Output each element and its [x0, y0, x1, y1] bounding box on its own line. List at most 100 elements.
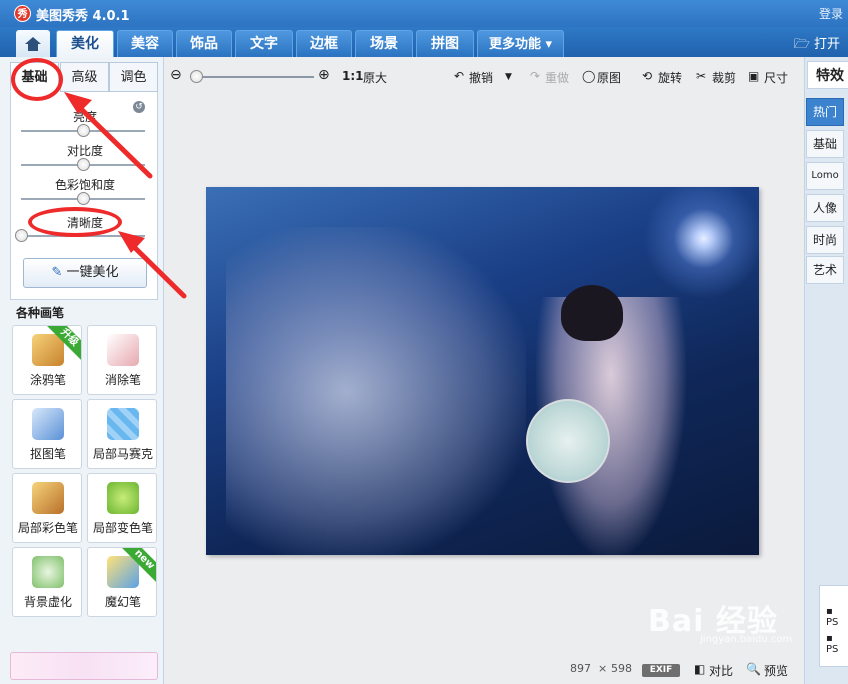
eraser-icon — [107, 334, 139, 366]
left-panel: 基础 高级 调色 ↺ 亮度 对比度 色彩饱和度 清晰度 ✎ 一键美化 各种画笔 — [0, 57, 164, 684]
crop-button[interactable]: 裁剪 — [712, 69, 736, 86]
undo-button[interactable]: 撤销 — [469, 69, 493, 86]
brightness-knob[interactable] — [77, 124, 90, 137]
brush-doodle[interactable]: 升级 涂鸦笔 — [12, 325, 82, 395]
list-item-label: PS — [826, 617, 839, 628]
zoom-slider[interactable] — [194, 76, 314, 78]
compare-icon[interactable]: ◧ — [694, 662, 705, 676]
brush-section-title: 各种画笔 — [16, 306, 65, 320]
home-icon — [25, 37, 41, 51]
original-icon[interactable]: ◯ — [582, 69, 595, 83]
list-item[interactable]: ▪ PS — [826, 606, 848, 628]
actual-size-ratio[interactable]: 1:1 — [342, 69, 364, 83]
effects-cat-hot[interactable]: 热门 — [806, 98, 844, 126]
brush-recolor[interactable]: 局部变色笔 — [87, 473, 157, 543]
brush-mosaic[interactable]: 局部马赛克 — [87, 399, 157, 469]
photo-reeds — [226, 227, 526, 555]
tab-more-features[interactable]: 更多功能 ▾ — [477, 30, 564, 57]
tab-advanced[interactable]: 高级 — [60, 62, 109, 92]
folder-icon: 🗁 — [793, 37, 810, 52]
preview-button[interactable]: 预览 — [764, 662, 788, 679]
brush-label: 魔幻笔 — [104, 595, 141, 609]
blur-icon — [32, 556, 64, 588]
sharpness-knob[interactable] — [15, 229, 28, 242]
app-window: 秀 美图秀秀 4.0.1 登录 美化 美容 饰品 文字 边框 场景 拼图 更多功… — [0, 0, 848, 684]
undo-icon[interactable]: ↶ — [454, 69, 464, 83]
saturation-label: 色彩饱和度 — [54, 178, 115, 192]
magic-wand-icon: ✎ — [51, 265, 63, 280]
tab-beautify[interactable]: 美化 — [56, 30, 114, 57]
zoom-out-icon[interactable]: ⊖ — [170, 67, 182, 83]
preview-icon[interactable]: 🔍 — [746, 662, 761, 676]
brush-label: 背景虚化 — [23, 595, 72, 609]
rotate-button[interactable]: 旋转 — [658, 69, 682, 86]
promo-banner[interactable] — [10, 652, 158, 680]
redo-button[interactable]: 重做 — [545, 69, 569, 86]
mosaic-icon — [107, 408, 139, 440]
annotation-circle-basic-tab — [11, 58, 63, 101]
brightness-label: 亮度 — [72, 110, 97, 124]
tab-collage[interactable]: 拼图 — [416, 30, 474, 57]
brush-magic[interactable]: new 魔幻笔 — [87, 547, 157, 617]
tab-color[interactable]: 调色 — [109, 62, 158, 92]
brush-cutout[interactable]: 抠图笔 — [12, 399, 82, 469]
zoom-in-icon[interactable]: ⊕ — [318, 67, 330, 83]
brush-label: 涂鸦笔 — [29, 373, 66, 387]
actual-size-label[interactable]: 原大 — [363, 69, 387, 86]
login-link[interactable]: 登录 — [819, 5, 843, 22]
tab-decor[interactable]: 饰品 — [176, 30, 232, 57]
brush-label: 局部彩色笔 — [17, 521, 78, 535]
annotation-circle-sharpness — [28, 207, 122, 237]
brush-local-color[interactable]: 局部彩色笔 — [12, 473, 82, 543]
effects-cat-fashion[interactable]: 时尚 — [806, 226, 844, 254]
effects-cat-portrait[interactable]: 人像 — [806, 194, 844, 222]
image-height: 598 — [611, 662, 632, 675]
saturation-knob[interactable] — [77, 192, 90, 205]
effects-cat-lomo[interactable]: Lomo — [806, 162, 844, 190]
effects-title: 特效 — [807, 61, 848, 89]
paint-bucket-icon — [107, 482, 139, 514]
tab-border[interactable]: 边框 — [296, 30, 352, 57]
paint-brush-color-icon — [32, 482, 64, 514]
crop-icon[interactable]: ✂ — [696, 69, 706, 83]
photo-fan — [526, 399, 610, 483]
list-item-label: PS — [826, 644, 839, 655]
edited-photo[interactable] — [206, 187, 759, 555]
effects-cat-basic[interactable]: 基础 — [806, 130, 844, 158]
contrast-label: 对比度 — [66, 144, 103, 158]
undo-dropdown-icon[interactable]: ▼ — [505, 72, 512, 82]
open-button[interactable]: 🗁 打开 — [794, 33, 840, 57]
resize-icon[interactable]: ▣ — [748, 69, 759, 83]
edit-toolbar: ⊖ ⊕ 1:1 原大 ↶ 撤销 ▼ ↷ 重做 ◯ 原图 ⟲ 旋转 ✂ 裁剪 ▣ … — [164, 57, 804, 95]
photo-subject-hair — [561, 285, 623, 341]
beautify-label: 一键美化 — [66, 265, 119, 280]
resize-button[interactable]: 尺寸 — [764, 69, 788, 86]
brush-label: 局部变色笔 — [92, 521, 153, 535]
tab-text[interactable]: 文字 — [235, 30, 293, 57]
title-bar: 秀 美图秀秀 4.0.1 登录 — [0, 0, 848, 27]
home-button[interactable] — [16, 30, 50, 57]
redo-icon[interactable]: ↷ — [530, 69, 540, 83]
compare-button[interactable]: 对比 — [709, 662, 733, 679]
exif-button[interactable]: EXIF — [642, 664, 680, 677]
brush-label: 局部马赛克 — [92, 447, 153, 461]
image-width: 897 — [570, 662, 591, 675]
effects-panel: 特效 热门 基础 Lomo 人像 时尚 艺术 ▪ PS ▪ PS — [804, 57, 848, 684]
zoom-knob[interactable] — [190, 70, 203, 83]
app-title: 美图秀秀 4.0.1 — [36, 9, 130, 24]
baidu-watermark-url: jingyan.baidu.com — [700, 634, 793, 645]
brush-eraser[interactable]: 消除笔 — [87, 325, 157, 395]
tab-face[interactable]: 美容 — [117, 30, 173, 57]
effects-cat-art[interactable]: 艺术 — [806, 256, 844, 284]
brush-background-blur[interactable]: 背景虚化 — [12, 547, 82, 617]
tab-scene[interactable]: 场景 — [355, 30, 413, 57]
app-logo-icon: 秀 — [14, 5, 31, 22]
rotate-icon[interactable]: ⟲ — [642, 69, 652, 83]
effects-list: ▪ PS ▪ PS — [819, 585, 848, 667]
dimension-separator: × — [598, 662, 608, 675]
pen-icon — [32, 408, 64, 440]
original-button[interactable]: 原图 — [597, 69, 621, 86]
one-click-beautify-button[interactable]: ✎ 一键美化 — [23, 258, 147, 288]
list-item[interactable]: ▪ PS — [826, 633, 848, 655]
contrast-knob[interactable] — [77, 158, 90, 171]
